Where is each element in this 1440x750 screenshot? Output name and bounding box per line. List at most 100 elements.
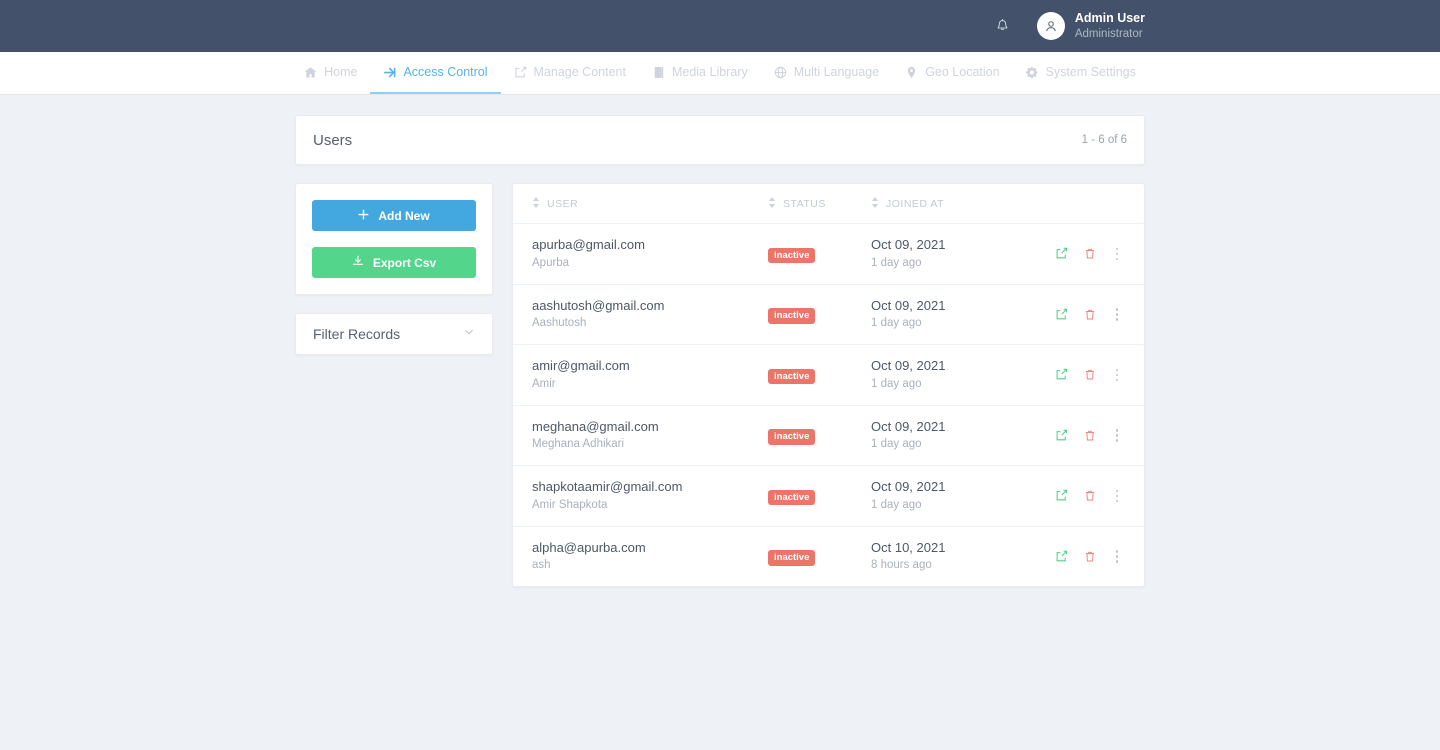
joined-relative: 1 day ago — [871, 377, 922, 390]
export-csv-button[interactable]: Export Csv — [312, 247, 476, 278]
trash-icon[interactable] — [1084, 308, 1096, 321]
joined-relative: 8 hours ago — [871, 559, 932, 572]
user-email: aashutosh@gmail.com — [532, 297, 665, 313]
globe-icon — [774, 66, 787, 79]
sort-icon[interactable] — [768, 197, 776, 211]
trash-icon[interactable] — [1084, 550, 1096, 563]
column-label: User — [547, 198, 579, 210]
user-name: Amir — [532, 377, 556, 390]
cell-actions — [1039, 344, 1144, 406]
user-menu[interactable]: Admin User Administrator — [1036, 11, 1145, 41]
edit-icon[interactable] — [1055, 247, 1068, 260]
table-row[interactable]: apurba@gmail.com Apurba inactive Oct 09, 20… — [513, 223, 1144, 285]
book-icon — [652, 66, 665, 79]
table-row[interactable]: amir@gmail.com Amir inactive Oct 09, 2021 1 … — [513, 344, 1144, 406]
nav-label: Geo Location — [925, 65, 1000, 79]
trash-icon[interactable] — [1084, 429, 1096, 442]
cell-actions — [1039, 223, 1144, 285]
table-row[interactable]: alpha@apurba.com ash inactive Oct 10, 2021 8… — [513, 526, 1144, 586]
map-pin-icon — [905, 66, 918, 79]
column-header-joined-at[interactable]: Joined At — [871, 184, 1039, 224]
sort-icon[interactable] — [532, 197, 540, 211]
add-new-button[interactable]: Add New — [312, 200, 476, 231]
cell-actions — [1039, 405, 1144, 467]
more-vertical-icon[interactable] — [1112, 488, 1123, 505]
table-header-row: User Status — [513, 184, 1144, 224]
user-name: Aashutosh — [532, 317, 587, 330]
joined-date: Oct 09, 2021 — [871, 237, 946, 252]
trash-icon[interactable] — [1084, 489, 1096, 502]
users-table-card: User Status — [512, 183, 1145, 588]
cell-status: inactive — [768, 284, 871, 346]
status-badge: inactive — [768, 308, 816, 324]
user-email: alpha@apurba.com — [532, 539, 646, 555]
nav-label: Media Library — [671, 65, 748, 79]
user-email: apurba@gmail.com — [532, 237, 645, 252]
edit-icon[interactable] — [1055, 368, 1068, 381]
cell-actions — [1039, 284, 1144, 346]
column-header-user[interactable]: User — [513, 184, 768, 224]
nav-item-home[interactable]: Home — [291, 52, 370, 94]
top-bar: Admin User Administrator — [0, 0, 1440, 52]
cell-status: inactive — [768, 465, 871, 527]
cell-actions — [1039, 526, 1144, 586]
edit-icon[interactable] — [1055, 489, 1068, 502]
cell-joined-at: Oct 09, 2021 1 day ago — [871, 284, 1039, 346]
nav-item-system-settings[interactable]: System Settings — [1013, 52, 1149, 94]
sidebar-panel: Add New Export Csv Filter Records — [295, 183, 493, 355]
page-header-card: Users 1 - 6 of 6 — [295, 115, 1145, 165]
more-vertical-icon[interactable] — [1112, 367, 1123, 384]
pagination-count: 1 - 6 of 6 — [1081, 134, 1127, 146]
main-navigation: Home Access Control Manage Content Media… — [0, 52, 1440, 95]
users-table: User Status — [513, 184, 1144, 586]
more-vertical-icon[interactable] — [1112, 548, 1123, 565]
table-row[interactable]: meghana@gmail.com Meghana Adhikari inactiv… — [513, 405, 1144, 467]
cell-status: inactive — [768, 526, 871, 586]
nav-label: Manage Content — [533, 65, 626, 79]
sort-icon[interactable] — [871, 197, 879, 211]
actions-card: Add New Export Csv — [295, 183, 493, 295]
table-row[interactable]: aashutosh@gmail.com Aashutosh inactive Oct … — [513, 284, 1144, 346]
column-header-status[interactable]: Status — [768, 184, 871, 224]
cell-status: inactive — [768, 405, 871, 467]
edit-icon[interactable] — [1055, 429, 1068, 442]
gear-icon — [1025, 66, 1039, 79]
cell-actions — [1039, 465, 1144, 527]
nav-item-geo-location[interactable]: Geo Location — [892, 52, 1012, 94]
edit-icon[interactable] — [1055, 308, 1068, 321]
avatar — [1036, 12, 1065, 40]
joined-relative: 1 day ago — [871, 438, 922, 451]
notifications-button[interactable] — [989, 12, 1017, 40]
download-icon — [352, 255, 364, 270]
cell-user: alpha@apurba.com ash — [513, 526, 768, 586]
page-title: Users — [313, 131, 353, 149]
cell-status: inactive — [768, 344, 871, 406]
more-vertical-icon[interactable] — [1112, 306, 1123, 323]
cell-user: amir@gmail.com Amir — [513, 344, 768, 406]
user-name: Meghana Adhikari — [532, 438, 625, 451]
cell-user: apurba@gmail.com Apurba — [513, 223, 768, 285]
page-content: Users 1 - 6 of 6 Add New Export Csv Filt… — [0, 95, 1440, 588]
more-vertical-icon[interactable] — [1112, 246, 1123, 263]
user-role: Administrator — [1074, 27, 1143, 40]
nav-item-multi-language[interactable]: Multi Language — [761, 52, 892, 94]
joined-date: Oct 09, 2021 — [871, 297, 946, 313]
table-row[interactable]: shapkotaamir@gmail.com Amir Shapkota inact… — [513, 465, 1144, 527]
nav-label: Home — [324, 65, 358, 79]
trash-icon[interactable] — [1084, 247, 1096, 260]
more-vertical-icon[interactable] — [1112, 427, 1123, 444]
trash-icon[interactable] — [1084, 368, 1096, 381]
nav-item-access-control[interactable]: Access Control — [370, 52, 501, 94]
nav-item-media-library[interactable]: Media Library — [639, 52, 761, 94]
user-email: amir@gmail.com — [532, 358, 630, 374]
edit-square-icon — [514, 66, 527, 79]
home-icon — [304, 66, 317, 79]
joined-date: Oct 09, 2021 — [871, 358, 946, 374]
edit-icon[interactable] — [1055, 550, 1068, 563]
user-name: Amir Shapkota — [532, 498, 608, 511]
column-label: Joined At — [886, 198, 944, 210]
filter-records-panel[interactable]: Filter Records — [295, 313, 493, 355]
bell-icon — [995, 18, 1010, 34]
nav-item-manage-content[interactable]: Manage Content — [501, 52, 639, 94]
add-new-label: Add New — [378, 208, 430, 223]
